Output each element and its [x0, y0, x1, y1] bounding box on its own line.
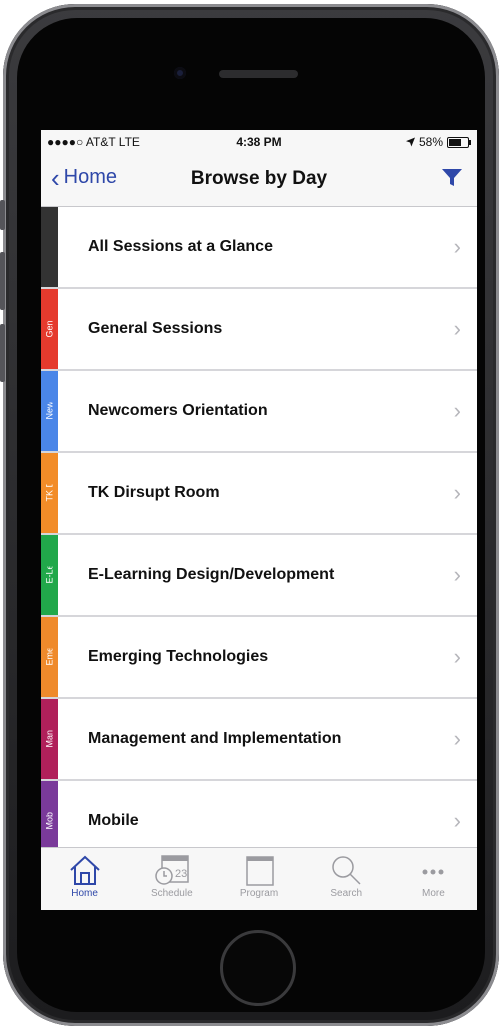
list-item[interactable]: General Sessi.. General Sessions ›: [41, 289, 477, 371]
track-color-tag: Management: [41, 699, 58, 779]
row-label: Mobile: [88, 812, 139, 829]
chevron-right-icon: ›: [453, 398, 461, 423]
row-label: Emerging Technologies: [88, 648, 269, 665]
program-icon: [246, 856, 274, 886]
chevron-right-icon: ›: [453, 644, 461, 669]
tab-home[interactable]: Home: [41, 848, 128, 910]
tab-label: Home: [71, 888, 98, 899]
tab-more[interactable]: More: [390, 848, 477, 910]
chevron-right-icon: ›: [453, 234, 461, 259]
tab-label: Schedule: [150, 888, 193, 899]
volume-down-button: [0, 324, 5, 382]
home-icon: [69, 855, 100, 885]
volume-up-button: [0, 252, 5, 310]
tab-search[interactable]: Search: [303, 848, 390, 910]
list-item[interactable]: TK Dirsupt Ro.. TK Dirsupt Room ›: [41, 453, 477, 535]
track-list: All Sessions at a Glance › General Sessi…: [41, 207, 477, 863]
list-item[interactable]: E-Learning De.. E-Learning Design/Develo…: [41, 535, 477, 617]
calendar-day-number: 23: [175, 868, 187, 880]
home-button[interactable]: [220, 930, 296, 1006]
chevron-right-icon: ›: [453, 562, 461, 587]
list-item[interactable]: Newcomers Newcomers Orientation ›: [41, 371, 477, 453]
track-color-tag: Emerging Tec..: [41, 617, 58, 697]
filter-icon[interactable]: [441, 168, 463, 188]
chevron-right-icon: ›: [453, 480, 461, 505]
battery-percent: 58%: [418, 135, 443, 149]
row-label: General Sessions: [88, 320, 223, 337]
chevron-right-icon: ›: [453, 726, 461, 751]
list-item[interactable]: All Sessions at a Glance ›: [41, 207, 477, 289]
list-item[interactable]: Management Management and Implementation…: [41, 699, 477, 781]
status-right: 58%: [405, 135, 471, 149]
track-color-tag: TK Dirsupt Ro..: [41, 453, 58, 533]
front-camera: [174, 67, 186, 79]
tab-program[interactable]: Program: [215, 848, 302, 910]
row-label: TK Dirsupt Room: [88, 484, 220, 501]
tab-label: Search: [330, 888, 363, 899]
row-label: Newcomers Orientation: [88, 402, 268, 419]
search-icon: [332, 856, 361, 885]
track-color-tag: General Sessi..: [41, 289, 58, 369]
row-label: E-Learning Design/Development: [88, 566, 335, 583]
calendar-icon: 23: [155, 855, 189, 885]
track-color-tag: [41, 207, 58, 287]
track-color-tag: E-Learning De..: [41, 535, 58, 615]
tab-bar: Home 23 Schedule Program Search More: [41, 847, 477, 910]
navigation-bar: ‹ Home Browse by Day: [41, 152, 477, 207]
row-label: All Sessions at a Glance: [88, 238, 273, 255]
status-bar: ●●●●○ AT&T LTE 4:38 PM 58%: [41, 130, 477, 152]
location-arrow-icon: [405, 137, 415, 147]
app-screen: ●●●●○ AT&T LTE 4:38 PM 58% ‹ Home Browse…: [41, 130, 477, 910]
mute-switch: [0, 200, 5, 230]
more-icon: [422, 869, 444, 875]
row-label: Management and Implementation: [88, 730, 342, 747]
chevron-right-icon: ›: [453, 316, 461, 341]
tab-schedule[interactable]: 23 Schedule: [128, 848, 215, 910]
earpiece-speaker: [219, 70, 298, 78]
tab-label: Program: [239, 888, 279, 899]
tab-label: More: [422, 888, 445, 899]
chevron-right-icon: ›: [453, 808, 461, 833]
track-color-tag: Newcomers: [41, 371, 58, 451]
battery-icon: [447, 136, 471, 148]
page-title: Browse by Day: [190, 168, 328, 189]
list-item[interactable]: Emerging Tec.. Emerging Technologies ›: [41, 617, 477, 699]
